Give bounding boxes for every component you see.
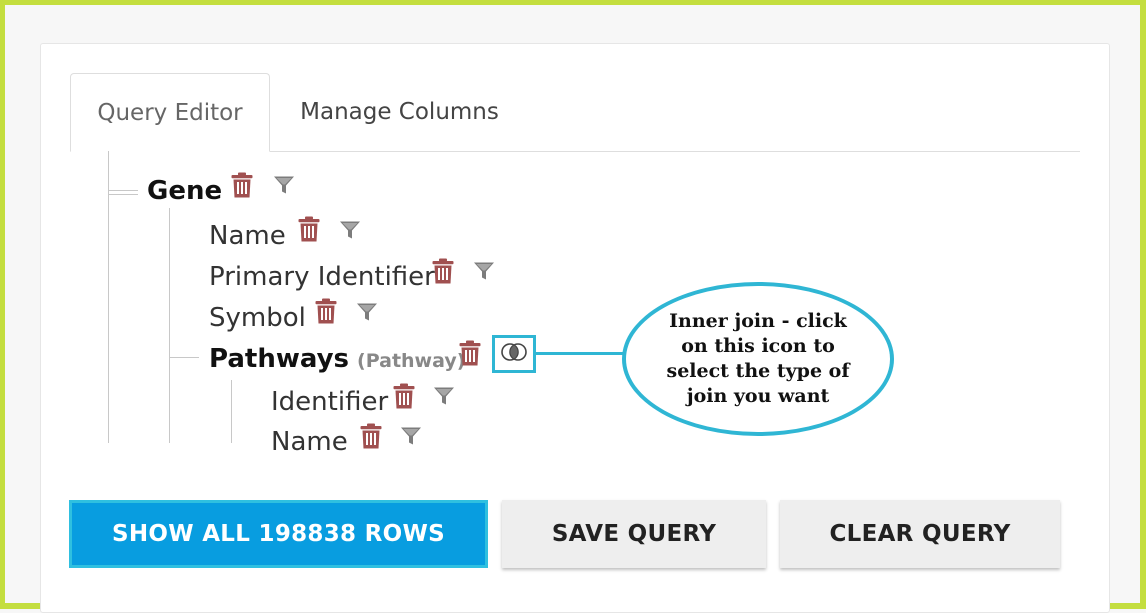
- trash-icon[interactable]: [231, 172, 253, 198]
- callout-connector: [536, 352, 624, 355]
- trash-icon[interactable]: [360, 423, 382, 449]
- tree-node-symbol: Symbol: [209, 303, 306, 333]
- show-all-rows-button[interactable]: SHOW ALL 198838 ROWS: [69, 500, 488, 568]
- venn-join-icon: [500, 342, 528, 366]
- tree-line: [169, 357, 199, 358]
- tree-node-primary-identifier: Primary Identifier: [209, 262, 435, 292]
- trash-icon[interactable]: [315, 298, 337, 324]
- pathways-label: Pathways: [209, 344, 350, 374]
- filter-icon[interactable]: [473, 261, 495, 281]
- tree-line: [108, 194, 138, 195]
- filter-icon[interactable]: [273, 175, 295, 195]
- tree-line: [169, 208, 170, 443]
- filter-icon[interactable]: [400, 426, 422, 446]
- filter-icon[interactable]: [433, 386, 455, 406]
- tree-line: [108, 190, 138, 191]
- filter-icon[interactable]: [356, 302, 378, 322]
- tab-manage-columns[interactable]: Manage Columns: [292, 73, 507, 151]
- tree-line: [231, 380, 232, 443]
- trash-icon[interactable]: [298, 216, 320, 242]
- tab-query-editor[interactable]: Query Editor: [70, 73, 270, 152]
- tree-node-gene: Gene: [147, 176, 223, 206]
- save-query-button[interactable]: SAVE QUERY: [502, 500, 766, 568]
- tree-node-name: Name: [209, 221, 286, 251]
- pathways-type: (Pathway): [357, 350, 466, 372]
- tree-node-pathway-name: Name: [271, 427, 348, 457]
- tree-node-identifier: Identifier: [271, 387, 389, 417]
- tree-node-pathways: Pathways (Pathway): [209, 344, 465, 374]
- trash-icon[interactable]: [432, 258, 454, 284]
- trash-icon[interactable]: [459, 340, 481, 366]
- clear-query-button[interactable]: CLEAR QUERY: [780, 500, 1060, 568]
- tab-bar: Query Editor Manage Columns: [70, 73, 1080, 152]
- trash-icon[interactable]: [393, 383, 415, 409]
- callout-bubble: Inner join - click on this icon to selec…: [622, 282, 894, 436]
- filter-icon[interactable]: [339, 220, 361, 240]
- callout-text: Inner join - click on this icon to selec…: [666, 310, 850, 407]
- join-type-button[interactable]: [492, 335, 536, 373]
